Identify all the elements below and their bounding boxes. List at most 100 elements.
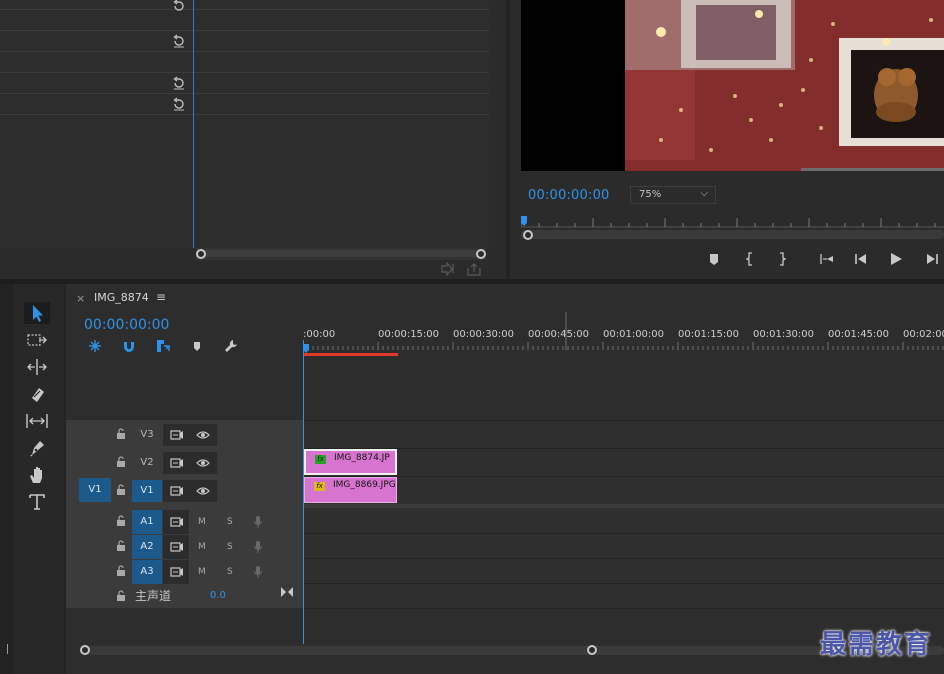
play-icon[interactable] — [888, 251, 904, 267]
sync-lock-icon[interactable] — [170, 566, 184, 578]
sync-lock-icon[interactable] — [170, 485, 184, 497]
razor-tool[interactable] — [24, 383, 50, 405]
close-tab-button[interactable]: × — [76, 292, 85, 305]
fx-badge: fx — [315, 455, 326, 464]
program-video-frame[interactable] — [521, 0, 944, 171]
eye-icon[interactable] — [196, 486, 210, 496]
timeline-clip[interactable]: fx IMG_8874.JP — [304, 449, 397, 475]
mute-button[interactable]: M — [198, 567, 206, 577]
track-target-v3[interactable]: V3 — [132, 424, 162, 446]
zoom-level-select[interactable]: 75% ⌵ — [630, 186, 716, 204]
effect-row — [0, 73, 489, 94]
solo-button[interactable]: S — [227, 517, 233, 527]
reset-icon[interactable] — [171, 96, 187, 112]
pen-tool[interactable] — [24, 437, 50, 459]
lock-icon[interactable] — [116, 565, 126, 577]
lock-icon[interactable] — [116, 456, 126, 468]
export-icon[interactable] — [466, 262, 482, 276]
timeline-scrollbar[interactable] — [80, 646, 944, 655]
track-select-tool[interactable] — [24, 329, 50, 351]
eye-icon[interactable] — [196, 458, 210, 468]
lock-icon[interactable] — [116, 540, 126, 552]
type-tool[interactable] — [24, 491, 50, 513]
effect-controls-playhead[interactable] — [193, 0, 194, 248]
program-scroll-handle[interactable] — [523, 230, 533, 240]
lock-icon[interactable] — [116, 484, 126, 496]
track-lock[interactable] — [116, 540, 126, 552]
filter-audio-icon[interactable] — [441, 262, 457, 276]
step-back-icon[interactable] — [853, 251, 869, 267]
track-target-a1[interactable]: A1 — [132, 510, 162, 534]
linked-selection-icon[interactable] — [155, 338, 171, 354]
mute-button[interactable]: M — [198, 542, 206, 552]
video-still-image — [521, 0, 944, 171]
track-target-a2[interactable]: A2 — [132, 535, 162, 559]
program-monitor-panel: 00:00:00:00 75% ⌵ — [510, 0, 944, 279]
microphone-icon[interactable] — [253, 565, 263, 579]
master-lock[interactable] — [116, 590, 126, 602]
timeline-timecode[interactable]: 00:00:00:00 — [84, 317, 169, 333]
program-time-ruler[interactable] — [521, 216, 944, 228]
timeline-scroll-handle-right[interactable] — [587, 645, 597, 655]
eye-icon[interactable] — [196, 430, 210, 440]
sync-lock-icon[interactable] — [170, 457, 184, 469]
snap-icon[interactable] — [121, 338, 137, 354]
timeline-clip[interactable]: fx IMG_8869.JPG — [304, 477, 397, 503]
timeline-scroll-handle-left[interactable] — [80, 645, 90, 655]
lock-icon[interactable] — [116, 428, 126, 440]
add-marker-icon[interactable] — [706, 251, 722, 267]
sync-lock-icon[interactable] — [170, 429, 184, 441]
ripple-edit-tool[interactable] — [24, 356, 50, 378]
track-controls — [163, 452, 217, 474]
reset-icon[interactable] — [171, 75, 187, 91]
solo-button[interactable]: S — [227, 567, 233, 577]
timeline-time-ruler[interactable]: :00:00 00:00:15:00 00:00:30:00 00:00:45:00 0… — [303, 312, 944, 358]
panel-menu-icon[interactable]: ≡ — [156, 290, 166, 304]
scroll-handle-left[interactable] — [196, 249, 206, 259]
expand-track-icon[interactable] — [280, 586, 294, 598]
sync-lock-icon[interactable] — [170, 516, 184, 528]
lock-icon[interactable] — [116, 515, 126, 527]
track-lock[interactable] — [116, 428, 126, 440]
program-timecode[interactable]: 00:00:00:00 — [528, 188, 610, 203]
track-target-v1[interactable]: V1 — [132, 480, 162, 502]
ripple-edit-icon — [27, 359, 47, 375]
source-patch-v1[interactable]: V1 — [79, 478, 111, 502]
sequence-tab[interactable]: IMG_8874 — [94, 291, 149, 304]
sync-lock-icon[interactable] — [170, 541, 184, 553]
microphone-icon[interactable] — [253, 515, 263, 529]
step-forward-icon[interactable] — [924, 251, 940, 267]
go-to-in-icon[interactable] — [819, 251, 835, 267]
track-lock[interactable] — [116, 565, 126, 577]
mark-in-icon[interactable] — [742, 251, 758, 267]
program-zoom-scrollbar[interactable] — [521, 230, 944, 239]
pen-icon — [30, 441, 44, 457]
voiceover-record[interactable] — [253, 540, 263, 554]
track-lock[interactable] — [116, 484, 126, 496]
track-lock[interactable] — [116, 456, 126, 468]
lock-icon[interactable] — [116, 590, 126, 602]
microphone-icon[interactable] — [253, 540, 263, 554]
zoom-level-value: 75% — [639, 189, 662, 200]
add-marker-icon[interactable] — [189, 338, 205, 354]
track-target-a3[interactable]: A3 — [132, 560, 162, 584]
effect-controls-scrollbar[interactable] — [200, 250, 482, 257]
solo-button[interactable]: S — [227, 542, 233, 552]
timeline-playhead[interactable] — [303, 340, 304, 644]
nest-sequence-icon[interactable] — [87, 338, 103, 354]
voiceover-record[interactable] — [253, 515, 263, 529]
slip-tool[interactable] — [24, 410, 50, 432]
track-target-v2[interactable]: V2 — [132, 452, 162, 474]
track-controls — [163, 535, 189, 559]
selection-tool[interactable] — [24, 302, 50, 324]
scroll-handle-right[interactable] — [476, 249, 486, 259]
mark-out-icon[interactable] — [774, 251, 790, 267]
wrench-icon[interactable] — [223, 338, 239, 354]
voiceover-record[interactable] — [253, 565, 263, 579]
track-lock[interactable] — [116, 515, 126, 527]
master-volume-value[interactable]: 0.0 — [210, 590, 226, 601]
track-area[interactable]: fx IMG_8874.JP fx IMG_8869.JPG — [303, 420, 944, 609]
reset-icon[interactable] — [171, 33, 187, 49]
hand-tool[interactable] — [24, 464, 50, 486]
mute-button[interactable]: M — [198, 517, 206, 527]
